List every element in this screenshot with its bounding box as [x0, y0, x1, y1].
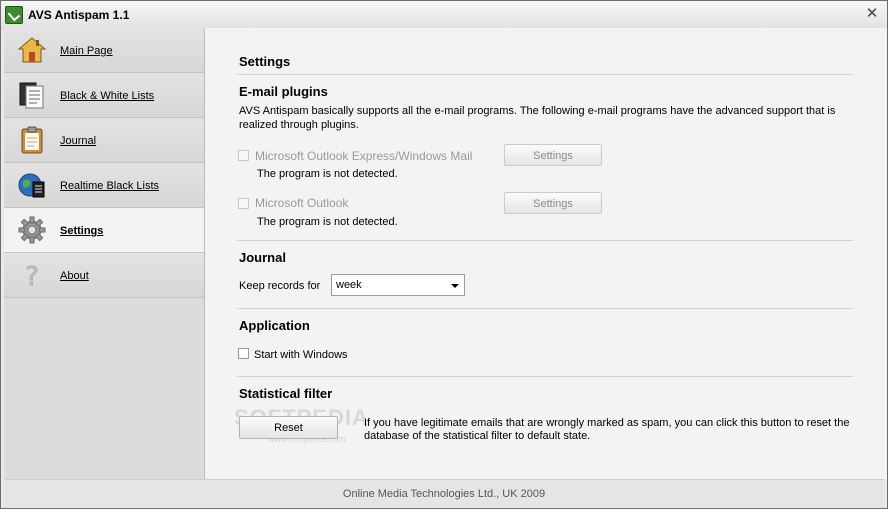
reset-button[interactable]: Reset [239, 416, 338, 439]
clipboard-icon [21, 126, 43, 154]
home-icon [17, 37, 47, 63]
sidebar-item-label: About [60, 270, 89, 282]
close-button[interactable]: ✕ [863, 5, 881, 23]
sidebar-item-about[interactable]: ? About [4, 253, 204, 298]
plugins-description-line2: realized through plugins. [239, 119, 359, 131]
keep-records-label: Keep records for [239, 280, 321, 292]
list-document-icon [19, 82, 44, 109]
sidebar-item-realtime-black-lists[interactable]: Realtime Black Lists [4, 163, 204, 208]
sidebar-item-black-white-lists[interactable]: Black & White Lists [4, 73, 204, 118]
outlook-express-status: The program is not detected. [257, 168, 398, 180]
outlook-express-checkbox[interactable] [238, 150, 249, 161]
sidebar-item-label: Main Page [60, 45, 113, 57]
divider [237, 376, 853, 377]
status-bar: Online Media Technologies Ltd., UK 2009 [4, 479, 884, 507]
outlook-express-settings-button[interactable]: Settings [504, 144, 602, 166]
sidebar-item-settings[interactable]: Settings [4, 208, 204, 253]
outlook-status: The program is not detected. [257, 216, 398, 228]
keep-records-value: week [336, 279, 362, 291]
app-logo-icon [5, 6, 23, 24]
gear-icon [18, 216, 46, 244]
chevron-down-icon [451, 284, 459, 288]
statistical-description-line2: database of the statistical filter to de… [364, 430, 591, 442]
divider [237, 74, 853, 75]
sidebar-item-journal[interactable]: Journal [4, 118, 204, 163]
page-title: Settings [239, 54, 291, 69]
sidebar-item-main-page[interactable]: Main Page [4, 28, 204, 73]
section-heading-journal: Journal [239, 250, 286, 265]
start-with-windows-label: Start with Windows [254, 349, 348, 361]
sidebar-item-label: Black & White Lists [60, 90, 155, 102]
outlook-checkbox[interactable] [238, 198, 249, 209]
outlook-settings-button[interactable]: Settings [504, 192, 602, 214]
keep-records-select[interactable]: week [331, 274, 465, 296]
section-heading-application: Application [239, 318, 310, 333]
sidebar-item-label: Settings [60, 225, 104, 237]
copyright-text: Online Media Technologies Ltd., UK 2009 [342, 488, 546, 500]
question-icon: ? [25, 262, 39, 290]
sidebar-item-label: Journal [60, 135, 97, 147]
globe-document-icon [18, 173, 45, 198]
divider [237, 240, 853, 241]
sidebar-item-label: Realtime Black Lists [60, 180, 160, 192]
settings-panel: Settings E-mail plugins AVS Antispam bas… [205, 28, 887, 479]
outlook-label: Microsoft Outlook [255, 196, 349, 210]
title-bar[interactable]: AVS Antispam 1.1 ✕ [1, 1, 887, 29]
sidebar: Main Page Black & White Lists Journal Re… [4, 28, 205, 479]
statistical-description-line1: If you have legitimate emails that are w… [364, 417, 850, 429]
section-heading-email-plugins: E-mail plugins [239, 84, 328, 99]
svg-text:?: ? [25, 262, 39, 290]
outlook-express-label: Microsoft Outlook Express/Windows Mail [255, 149, 473, 163]
window-title: AVS Antispam 1.1 [28, 8, 130, 22]
plugins-description-line1: AVS Antispam basically supports all the … [239, 105, 836, 117]
section-heading-statistical-filter: Statistical filter [239, 386, 333, 401]
start-with-windows-checkbox[interactable] [238, 348, 249, 359]
divider [237, 308, 853, 309]
app-window: AVS Antispam 1.1 ✕ Main Page Black & Whi… [0, 0, 888, 509]
